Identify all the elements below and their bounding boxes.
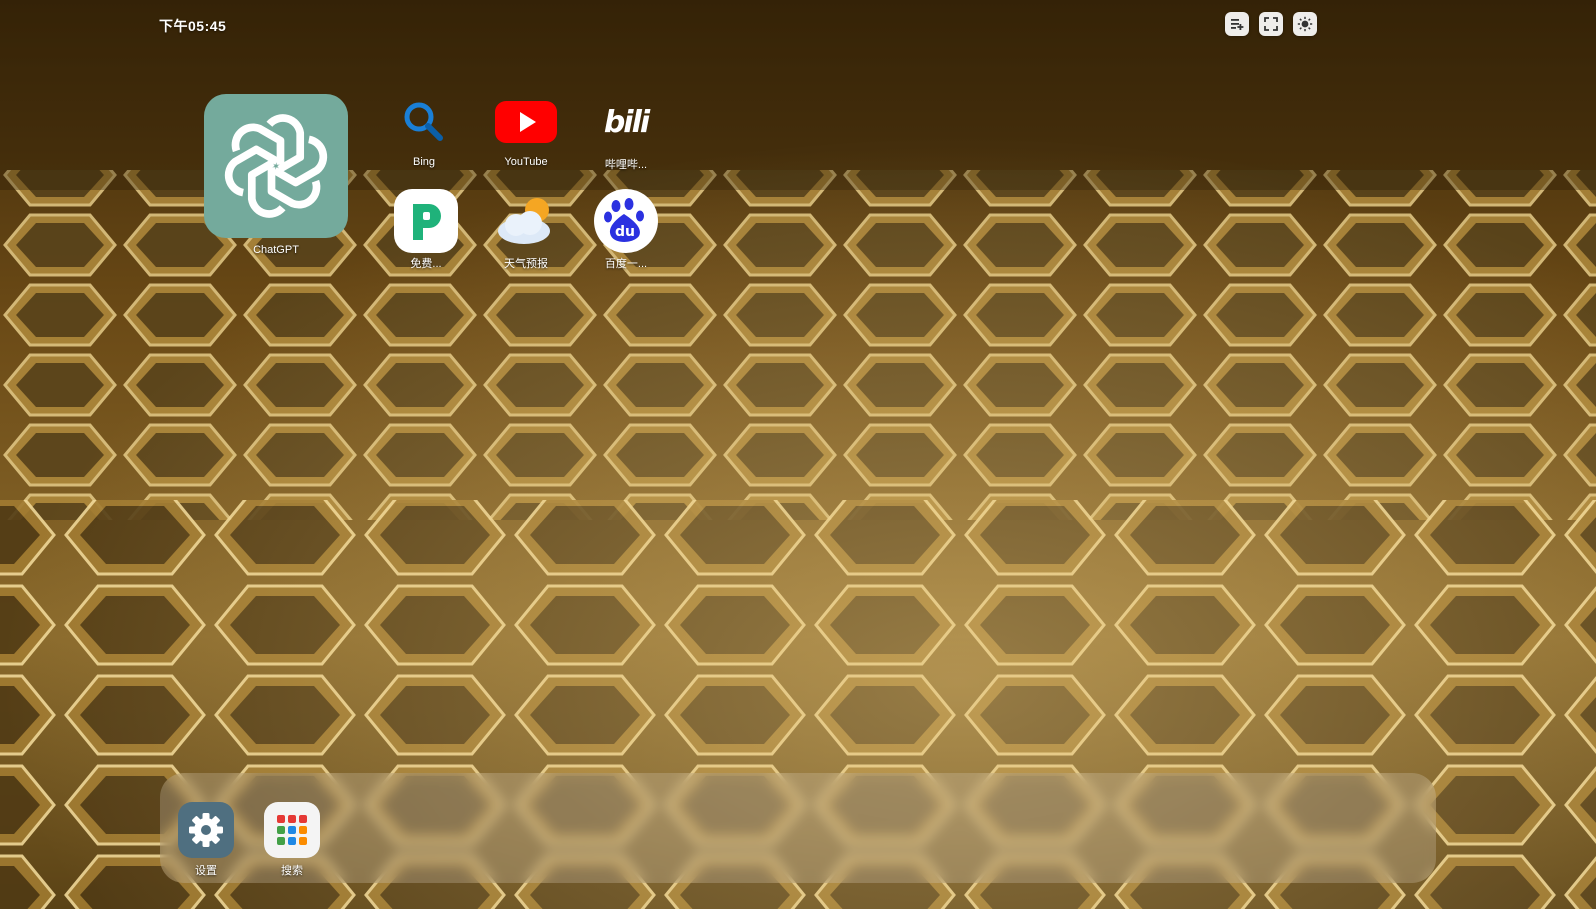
bilibili-icon: bili [603, 104, 650, 140]
app-chatgpt[interactable]: ChatGPT [204, 94, 348, 256]
app-label: 天气预报 [504, 258, 548, 270]
fullscreen-icon [1264, 17, 1278, 31]
app-grid-icon [264, 802, 320, 858]
brightness-button[interactable] [1293, 12, 1317, 36]
app-bing[interactable]: Bing [392, 90, 456, 168]
novel-reader-icon [394, 189, 458, 253]
dock-label: 设置 [195, 865, 217, 877]
baidu-paw-icon: du [594, 189, 658, 253]
app-label: ChatGPT [253, 244, 299, 256]
dock [160, 773, 1436, 883]
svg-text:du: du [615, 224, 635, 240]
status-time: 下午05:45 [159, 18, 227, 34]
add-playlist-button[interactable] [1225, 12, 1249, 36]
app-youtube[interactable]: YouTube [494, 90, 558, 168]
app-free-novel[interactable]: 免费... [394, 189, 458, 271]
app-label: YouTube [504, 156, 548, 168]
app-label: Bing [412, 156, 436, 168]
app-label: 哔哩哔... [604, 159, 648, 171]
settings-gear-icon [178, 802, 234, 858]
app-baidu[interactable]: du 百度一... [594, 189, 658, 271]
app-weather[interactable]: 天气预报 [494, 189, 558, 271]
brightness-icon [1297, 16, 1313, 32]
dock-settings[interactable]: 设置 [178, 802, 234, 878]
chatgpt-icon [204, 94, 348, 238]
dock-search[interactable]: 搜索 [264, 802, 320, 878]
dock-label: 搜索 [281, 865, 303, 877]
app-label: 免费... [410, 258, 442, 270]
fullscreen-button[interactable] [1259, 12, 1283, 36]
app-label: 百度一... [604, 258, 648, 270]
bing-search-icon [392, 90, 456, 154]
weather-icon [494, 189, 558, 253]
add-playlist-icon [1231, 19, 1244, 30]
youtube-icon [494, 90, 558, 154]
app-bilibili[interactable]: bili 哔哩哔... [594, 90, 658, 172]
